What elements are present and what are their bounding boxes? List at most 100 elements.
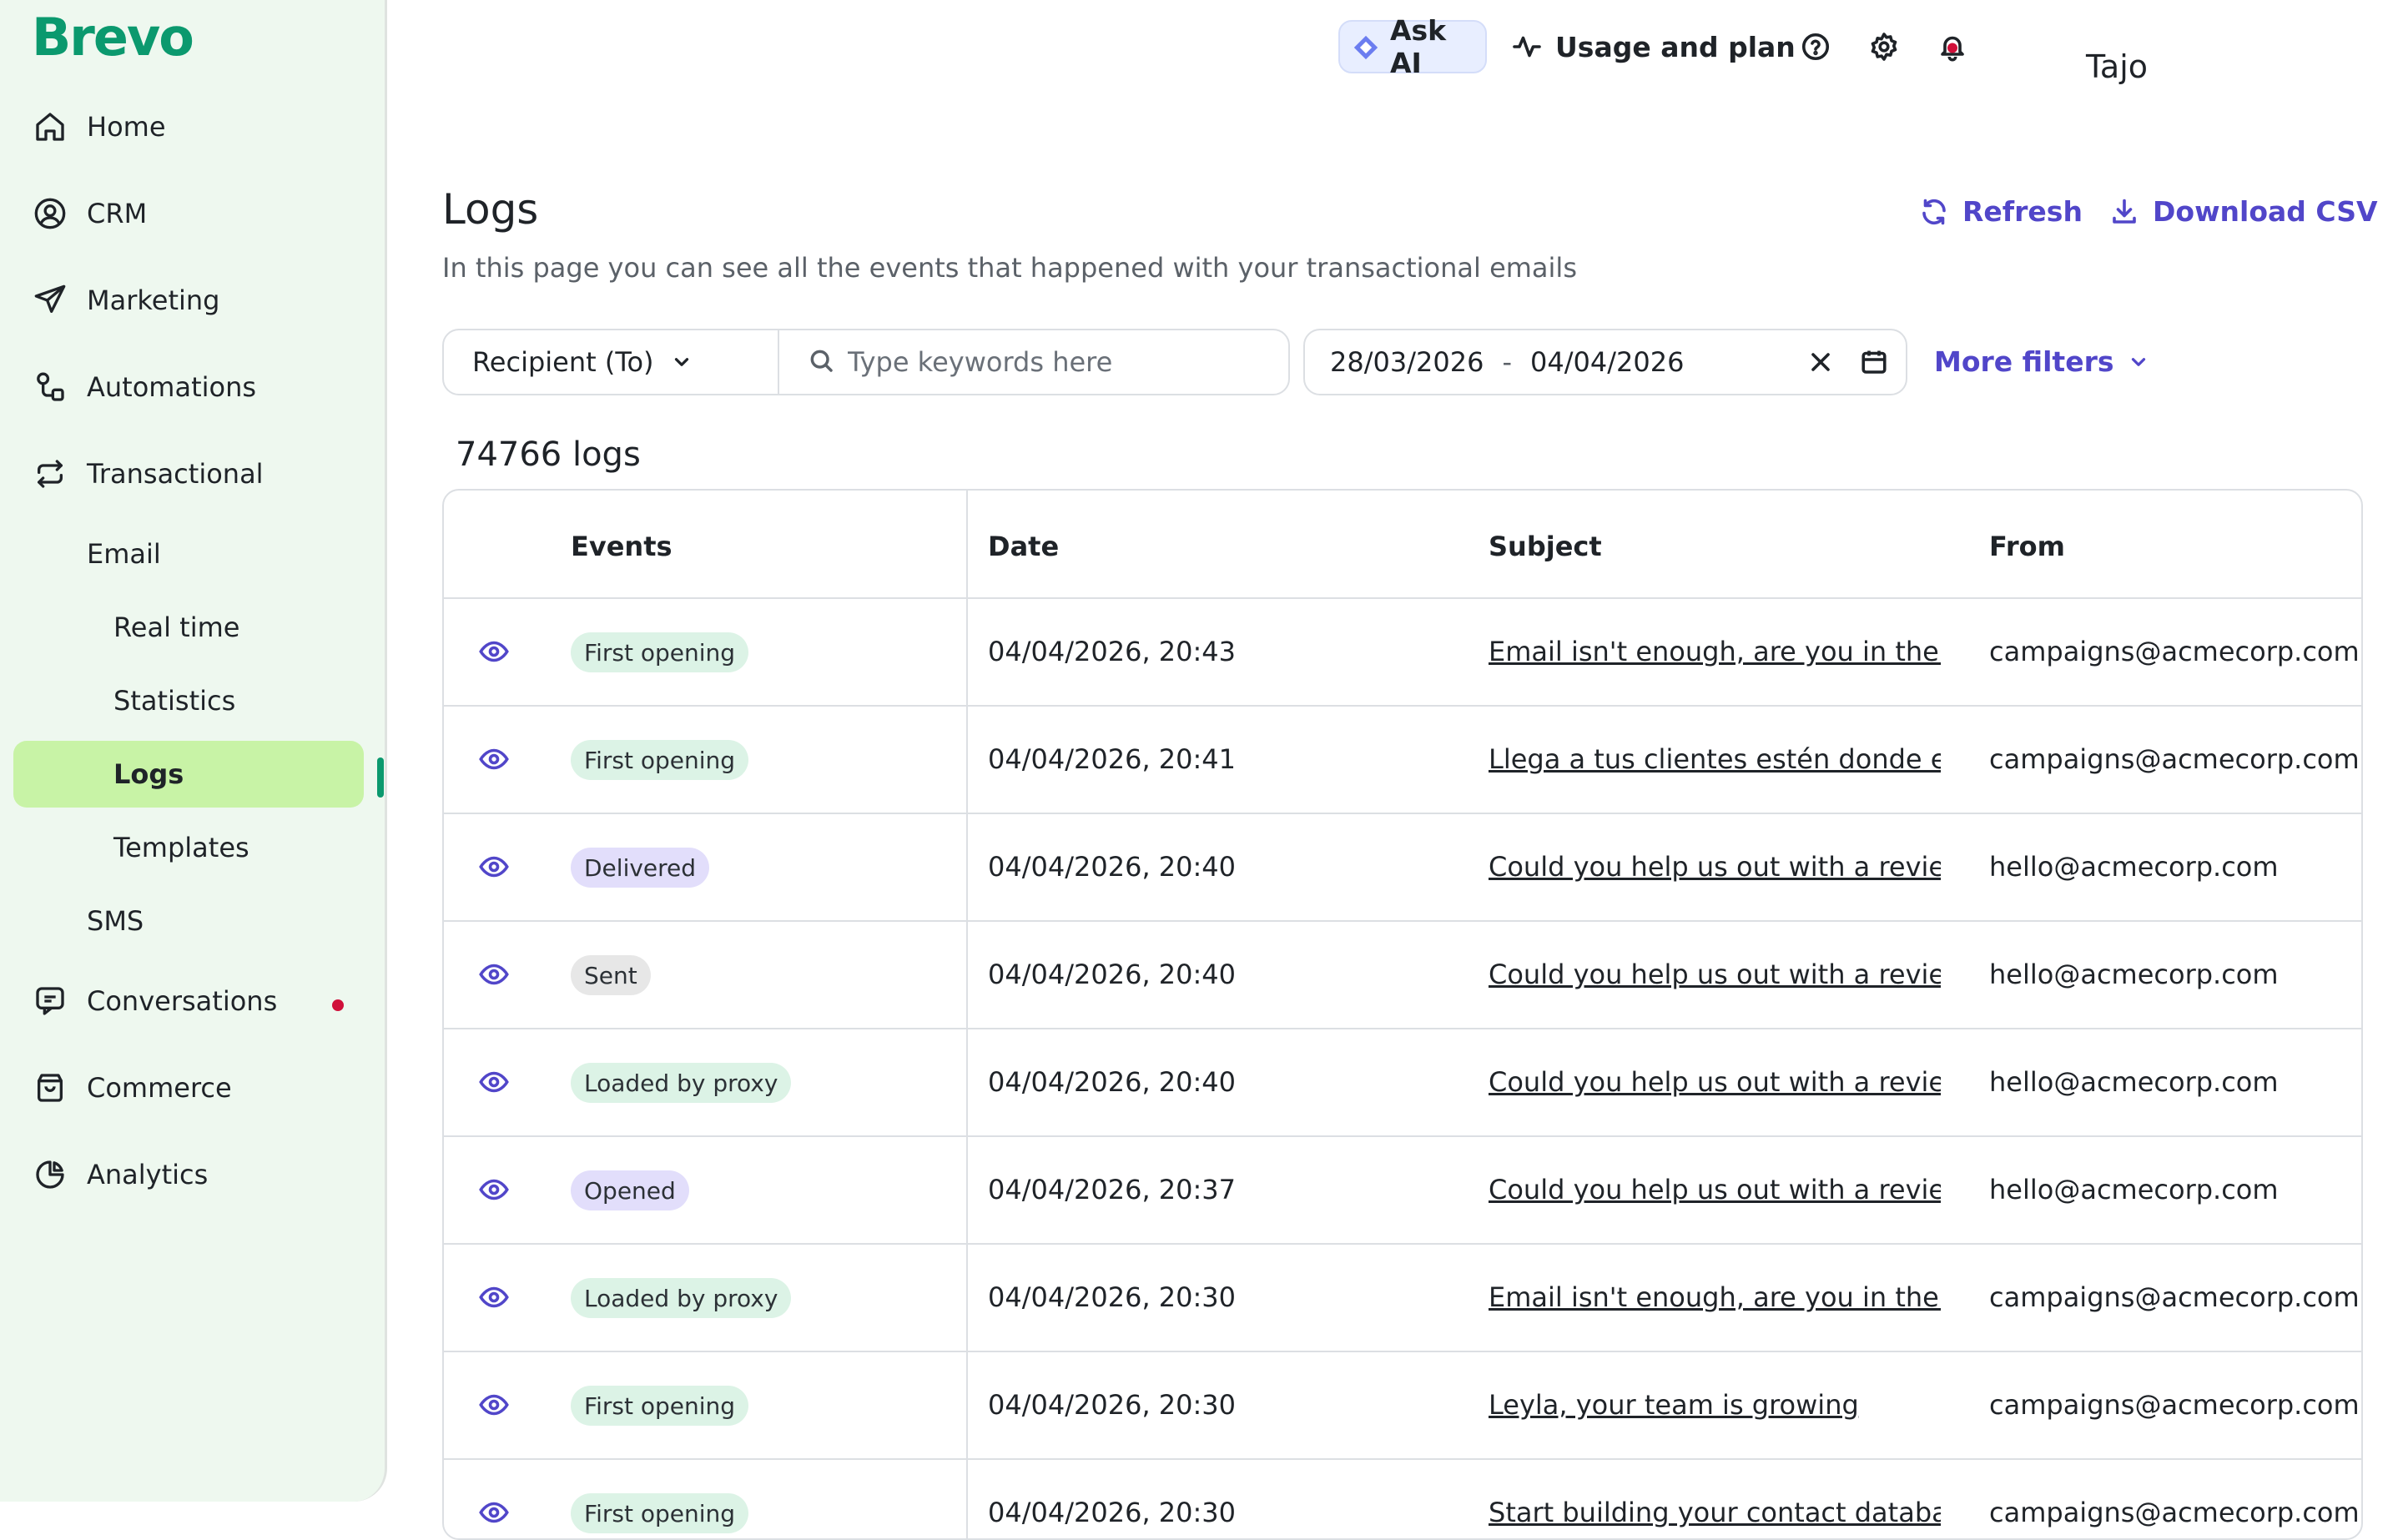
bell-icon[interactable] (1936, 30, 1969, 63)
sidebar-item-logs[interactable]: Logs (13, 741, 364, 808)
column-header-date: Date (988, 531, 1060, 562)
sidebar-item-real-time[interactable]: Real time (113, 594, 464, 661)
eye-icon[interactable] (479, 1069, 509, 1095)
usage-label: Usage and plan (1555, 30, 1796, 63)
more-filters-button[interactable]: More filters (1934, 345, 2149, 378)
recipient-dropdown[interactable]: Recipient (To) (444, 330, 779, 394)
sidebar-item-label: CRM (87, 198, 148, 229)
download-icon (2109, 197, 2139, 227)
row-subject-link[interactable]: Could you help us out with a review, Taj… (1489, 851, 1941, 883)
automation-icon (32, 369, 68, 405)
sidebar-item-label: Transactional (87, 458, 264, 490)
row-from: campaigns@acmecorp.com (1989, 743, 2360, 775)
sidebar-item-commerce[interactable]: Commerce (0, 1054, 367, 1121)
row-from: campaigns@acmecorp.com (1989, 1281, 2360, 1313)
paper-plane-icon (32, 282, 68, 319)
row-subject-link[interactable]: Llega a tus clientes estén donde estén (1489, 743, 1941, 775)
refresh-label: Refresh (1962, 195, 2083, 228)
row-subject-link[interactable]: Leyla, your team is growing (1489, 1389, 1941, 1421)
row-subject-link[interactable]: Email isn't enough, are you in the right… (1489, 636, 1941, 667)
sidebar-item-sms[interactable]: SMS (87, 888, 437, 954)
ask-ai-button[interactable]: Ask AI (1338, 14, 1487, 79)
row-subject-link[interactable]: Could you help us out with a review, Taj… (1489, 1066, 1941, 1098)
row-from: campaigns@acmecorp.com (1989, 636, 2360, 667)
brevo-logo[interactable]: Brevo (32, 7, 194, 68)
date-from: 28/03/2026 (1330, 346, 1484, 378)
table-row[interactable]: First opening 04/04/2026, 20:30 Leyla, y… (444, 1351, 2361, 1458)
notification-dot (332, 999, 344, 1011)
row-subject-link[interactable]: Could you help us out with a review, Taj… (1489, 959, 1941, 990)
refresh-button[interactable]: Refresh (1919, 195, 2083, 228)
eye-icon[interactable] (479, 747, 509, 772)
sidebar-item-transactional[interactable]: Transactional (0, 440, 367, 507)
event-badge: Opened (571, 1170, 689, 1210)
event-badge: First opening (571, 632, 749, 672)
table-row[interactable]: Opened 04/04/2026, 20:37 Could you help … (444, 1135, 2361, 1243)
shopping-bag-icon (32, 1069, 68, 1106)
active-indicator (377, 757, 384, 798)
recipient-dropdown-label: Recipient (To) (472, 346, 654, 378)
search-input[interactable] (846, 345, 1280, 379)
sidebar-item-home[interactable]: Home (0, 93, 367, 160)
eye-icon[interactable] (479, 1177, 509, 1202)
table-row[interactable]: Loaded by proxy 04/04/2026, 20:30 Email … (444, 1243, 2361, 1351)
close-icon[interactable] (1806, 347, 1836, 384)
sidebar-item-automations[interactable]: Automations (0, 354, 367, 420)
logs-table: Events Date Subject From First opening 0… (442, 489, 2363, 1540)
date-to: 04/04/2026 (1529, 346, 1685, 378)
date-range-picker[interactable]: 28/03/2026 - 04/04/2026 (1303, 329, 1907, 395)
sidebar: Brevo Home CRM Marketing Automations Tra… (0, 0, 387, 1502)
eye-icon[interactable] (479, 1285, 509, 1310)
sidebar-item-templates[interactable]: Templates (113, 814, 464, 881)
sidebar-item-conversations[interactable]: Conversations (0, 968, 367, 1034)
sidebar-item-email[interactable]: Email (87, 521, 437, 587)
sidebar-item-statistics[interactable]: Statistics (113, 667, 464, 734)
calendar-icon[interactable] (1859, 347, 1889, 384)
eye-icon[interactable] (479, 1392, 509, 1417)
chat-icon (32, 983, 68, 1019)
table-row[interactable]: Loaded by proxy 04/04/2026, 20:40 Could … (444, 1028, 2361, 1135)
help-icon[interactable] (1799, 30, 1832, 63)
row-from: hello@acmecorp.com (1989, 851, 2279, 883)
event-badge: Delivered (571, 848, 710, 888)
row-date: 04/04/2026, 20:40 (988, 959, 1236, 990)
event-badge: Loaded by proxy (571, 1063, 792, 1103)
row-date: 04/04/2026, 20:40 (988, 1066, 1236, 1098)
row-subject-link[interactable]: Email isn't enough, are you in the right… (1489, 1281, 1941, 1313)
gear-icon[interactable] (1867, 30, 1901, 63)
sidebar-item-label: Conversations (87, 985, 278, 1017)
row-date: 04/04/2026, 20:43 (988, 636, 1236, 667)
home-icon (32, 108, 68, 145)
table-row[interactable]: First opening 04/04/2026, 20:30 Start bu… (444, 1458, 2361, 1538)
sidebar-item-label: Analytics (87, 1159, 209, 1190)
row-date: 04/04/2026, 20:41 (988, 743, 1236, 775)
download-csv-label: Download CSV (2153, 195, 2378, 228)
row-subject-link[interactable]: Could you help us out with a review, Taj… (1489, 1174, 1941, 1205)
table-row[interactable]: First opening 04/04/2026, 20:43 Email is… (444, 597, 2361, 705)
table-row[interactable]: First opening 04/04/2026, 20:41 Llega a … (444, 705, 2361, 813)
user-name[interactable]: Tajo (2086, 48, 2148, 85)
download-csv-button[interactable]: Download CSV (2109, 195, 2378, 228)
eye-icon[interactable] (479, 1500, 509, 1525)
table-row[interactable]: Sent 04/04/2026, 20:40 Could you help us… (444, 920, 2361, 1028)
activity-icon (1512, 32, 1542, 68)
eye-icon[interactable] (479, 854, 509, 879)
row-from: hello@acmecorp.com (1989, 1066, 2279, 1098)
sidebar-item-marketing[interactable]: Marketing (0, 267, 367, 334)
table-row[interactable]: Delivered 04/04/2026, 20:40 Could you he… (444, 813, 2361, 920)
sidebar-item-label: Automations (87, 371, 257, 403)
sidebar-item-label: Marketing (87, 284, 220, 316)
usage-and-plan-button[interactable]: Usage and plan (1512, 20, 1796, 73)
eye-icon[interactable] (479, 962, 509, 987)
pie-chart-icon (32, 1156, 68, 1193)
row-from: hello@acmecorp.com (1989, 959, 2279, 990)
row-from: hello@acmecorp.com (1989, 1174, 2279, 1205)
event-badge: Sent (571, 955, 651, 995)
sidebar-item-analytics[interactable]: Analytics (0, 1141, 367, 1208)
keyword-search-field (779, 330, 1288, 394)
sidebar-item-crm[interactable]: CRM (0, 180, 367, 247)
event-badge: First opening (571, 1493, 749, 1533)
eye-icon[interactable] (479, 639, 509, 664)
ask-ai-label: Ask AI (1390, 14, 1447, 79)
row-from: campaigns@acmecorp.com (1989, 1389, 2360, 1421)
